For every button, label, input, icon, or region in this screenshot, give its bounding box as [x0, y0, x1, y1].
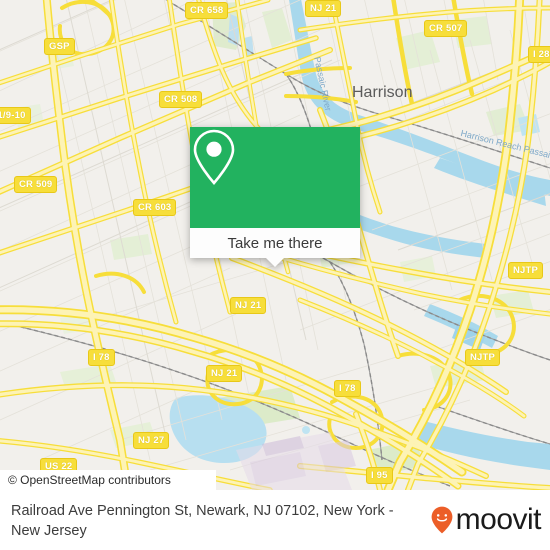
location-address-text: Railroad Ave Pennington St, Newark, NJ 0…	[11, 503, 394, 539]
road-shield-njtp-mid[interactable]: NJTP	[465, 349, 501, 366]
road-shield-cr-509[interactable]: CR 509	[14, 176, 58, 193]
road-shield-i-280[interactable]: I 280	[528, 46, 550, 63]
road-shield-njtp-top[interactable]: NJTP	[508, 262, 544, 279]
road-shield-us-1-9-10[interactable]: US 1/9-10	[0, 107, 31, 124]
road-shield-cr-658[interactable]: CR 658	[185, 2, 229, 19]
moovit-location-screenshot: .rd{fill:none;stroke:#f7de3a;stroke-line…	[0, 0, 550, 550]
popup-header	[190, 127, 360, 228]
road-shield-i-78-right[interactable]: I 78	[334, 380, 361, 397]
road-shield-cr-507[interactable]: CR 507	[424, 20, 468, 37]
moovit-pin-icon	[431, 506, 453, 534]
road-shield-nj-21-top[interactable]: NJ 21	[305, 0, 342, 17]
map-canvas[interactable]: .rd{fill:none;stroke:#f7de3a;stroke-line…	[0, 0, 550, 490]
popup-tail-pointer	[266, 258, 284, 267]
osm-attribution[interactable]: © OpenStreetMap contributors	[8, 473, 171, 487]
road-shield-nj-21-mid[interactable]: NJ 21	[230, 297, 267, 314]
footer-bar: Railroad Ave Pennington St, Newark, NJ 0…	[0, 490, 550, 550]
place-label-harrison: Harrison	[352, 84, 413, 101]
location-popup-card[interactable]: Take me there	[190, 127, 360, 267]
road-shield-cr-508[interactable]: CR 508	[159, 91, 203, 108]
road-shield-cr-603[interactable]: CR 603	[133, 199, 177, 216]
road-shield-i-78-left[interactable]: I 78	[88, 349, 115, 366]
road-shield-gsp[interactable]: GSP	[44, 38, 75, 55]
map-pin-icon	[193, 129, 235, 185]
take-me-there-label: Take me there	[227, 234, 323, 252]
road-shield-nj-21-low[interactable]: NJ 21	[206, 365, 243, 382]
moovit-logo[interactable]: moovit	[431, 503, 542, 536]
road-shield-nj-27[interactable]: NJ 27	[133, 432, 170, 449]
footer-inner: Railroad Ave Pennington St, Newark, NJ 0…	[0, 490, 550, 550]
road-shield-i-95[interactable]: I 95	[366, 467, 393, 484]
moovit-wordmark: moovit	[455, 503, 542, 536]
popup-footer[interactable]: Take me there	[190, 228, 360, 258]
